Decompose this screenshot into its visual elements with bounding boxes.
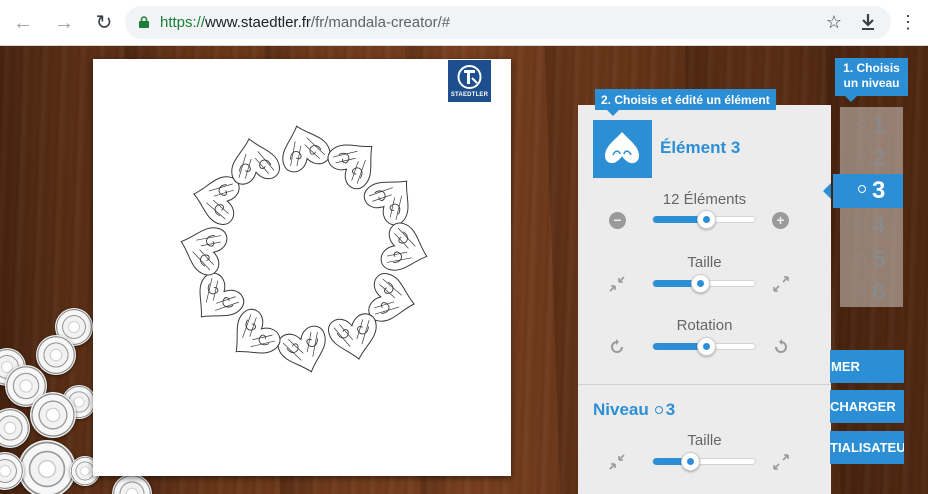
level-dot-icon bbox=[654, 405, 663, 414]
count-label: 12 Éléments bbox=[662, 191, 747, 208]
expand-arrows-icon[interactable] bbox=[772, 453, 790, 471]
level-number: 3 bbox=[665, 400, 676, 419]
step1-label: 1. Choisis un niveau bbox=[835, 58, 908, 102]
rotation-label: Rotation bbox=[676, 317, 733, 334]
level-dot-icon bbox=[858, 220, 866, 228]
plus-circle-icon[interactable]: + bbox=[772, 212, 789, 229]
count-slider[interactable] bbox=[652, 210, 756, 229]
star-icon[interactable]: ☆ bbox=[823, 11, 845, 33]
level-option-6[interactable]: 6 bbox=[840, 276, 903, 310]
level-option-4[interactable]: 4 bbox=[840, 209, 903, 243]
rotate-left-icon[interactable] bbox=[608, 338, 626, 356]
level-size-label: Taille bbox=[687, 432, 722, 449]
back-arrow-icon[interactable]: ← bbox=[11, 11, 35, 35]
decorative-mandala bbox=[30, 392, 76, 438]
element-title: Élément 3 bbox=[660, 138, 741, 157]
level-selector: 1 2 3 4 5 6 bbox=[823, 107, 903, 310]
browser-toolbar: ← → ↻ https://www.staedtler.fr/fr/mandal… bbox=[0, 0, 928, 46]
level-dot-icon bbox=[858, 153, 866, 161]
kebab-menu-icon[interactable]: ⋮ bbox=[897, 11, 919, 33]
decorative-mandala bbox=[36, 335, 76, 375]
size-slider[interactable] bbox=[652, 274, 756, 293]
mandala-element bbox=[328, 313, 377, 360]
level-dot-icon bbox=[858, 254, 866, 262]
expand-arrows-icon[interactable] bbox=[772, 275, 790, 293]
step2-label: 2. Choisis et édité un élément bbox=[595, 89, 776, 116]
staedtler-logo: STAEDTLER bbox=[448, 60, 491, 102]
staedtler-head-icon bbox=[457, 65, 482, 89]
print-button[interactable]: MER bbox=[830, 350, 904, 383]
mandala-element bbox=[380, 222, 428, 271]
level-option-5[interactable]: 5 bbox=[840, 243, 903, 277]
level-title-text: Niveau bbox=[593, 400, 649, 419]
rotate-right-icon[interactable] bbox=[772, 338, 790, 356]
level-dot-icon bbox=[858, 120, 866, 128]
shrink-arrows-icon[interactable] bbox=[608, 275, 626, 293]
minus-circle-icon[interactable]: − bbox=[609, 212, 626, 229]
rotation-slider[interactable] bbox=[652, 337, 756, 356]
level-size-slider[interactable] bbox=[652, 452, 756, 471]
forward-arrow-icon[interactable]: → bbox=[52, 11, 76, 35]
url-text: https://www.staedtler.fr/fr/mandala-crea… bbox=[160, 14, 451, 31]
level-option-1[interactable]: 1 bbox=[840, 109, 903, 143]
mandala-element bbox=[277, 325, 326, 373]
slider-knob[interactable] bbox=[691, 274, 710, 293]
mandala-element bbox=[282, 125, 331, 173]
level-section-title: Niveau 3 bbox=[593, 400, 675, 420]
element-thumbnail[interactable] bbox=[593, 120, 652, 178]
reload-icon[interactable]: ↻ bbox=[92, 11, 116, 35]
lock-icon bbox=[139, 16, 149, 28]
decorative-mandala bbox=[18, 440, 76, 494]
slider-knob[interactable] bbox=[697, 337, 716, 356]
address-bar[interactable]: https://www.staedtler.fr/fr/mandala-crea… bbox=[125, 6, 891, 39]
slider-knob[interactable] bbox=[681, 452, 700, 471]
panel-divider bbox=[578, 384, 831, 385]
slider-knob[interactable] bbox=[697, 210, 716, 229]
shrink-arrows-icon[interactable] bbox=[608, 453, 626, 471]
level-dot-icon bbox=[858, 185, 866, 193]
download-icon[interactable] bbox=[857, 11, 879, 33]
element-shape-icon bbox=[605, 132, 639, 164]
download-button[interactable]: CHARGER bbox=[830, 390, 904, 423]
mandala-element bbox=[180, 227, 228, 276]
mandala-canvas[interactable] bbox=[93, 59, 511, 476]
level-option-2[interactable]: 2 bbox=[840, 142, 903, 176]
level-option-3[interactable]: 3 bbox=[823, 174, 903, 208]
mandala-element bbox=[231, 138, 280, 185]
size-label: Taille bbox=[687, 254, 722, 271]
logo-text: STAEDTLER bbox=[450, 92, 489, 98]
level-dot-icon bbox=[858, 287, 866, 295]
mandala-drawing bbox=[180, 125, 428, 373]
reset-button[interactable]: TIALISATEUR bbox=[830, 431, 904, 464]
